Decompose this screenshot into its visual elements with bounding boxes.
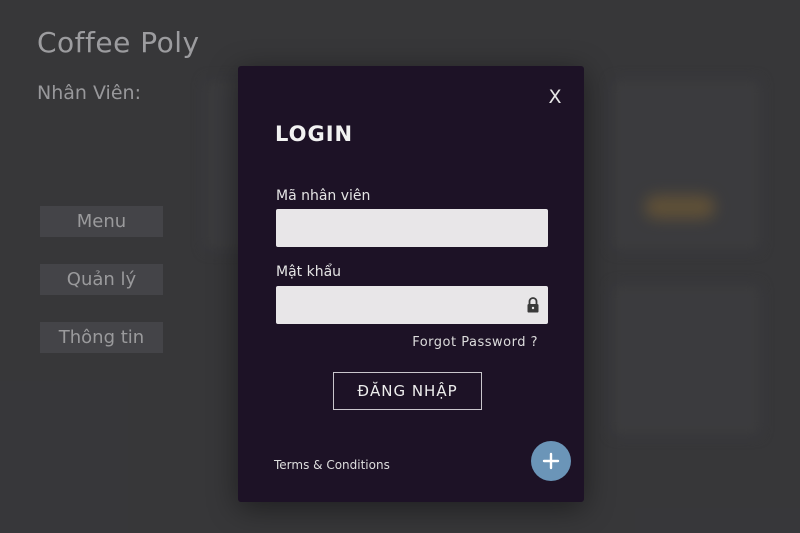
password-input[interactable] [276,286,548,324]
plus-icon [542,452,560,470]
lock-icon [527,297,539,313]
login-modal: X LOGIN Mã nhân viên Mật khẩu Forgot Pas… [238,66,584,502]
add-button[interactable] [531,441,571,481]
close-button[interactable]: X [544,86,566,108]
terms-link[interactable]: Terms & Conditions [274,458,390,472]
employee-id-input[interactable] [276,209,548,247]
password-label: Mật khẩu [276,264,342,280]
employee-id-label: Mã nhân viên [276,188,371,204]
modal-title: LOGIN [275,122,354,146]
login-button[interactable]: ĐĂNG NHẬP [333,372,482,410]
forgot-password-link[interactable]: Forgot Password ? [412,335,538,350]
